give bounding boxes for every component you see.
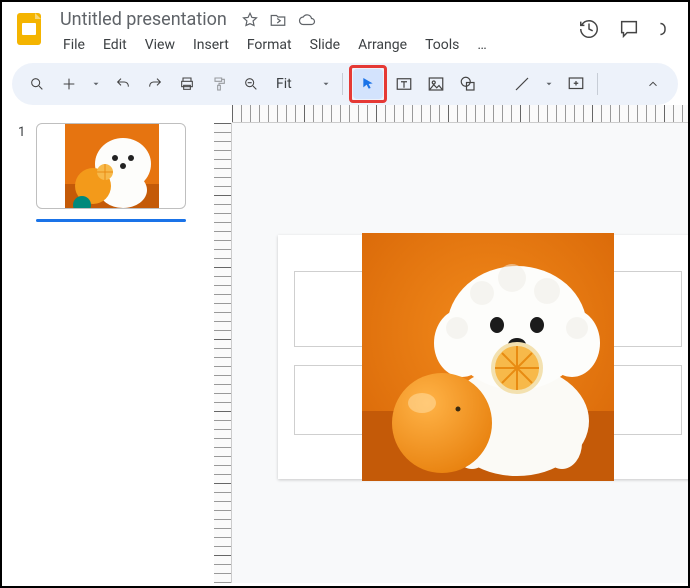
zoom-control: Fit <box>236 69 336 99</box>
toolbar-separator <box>342 73 343 95</box>
text-box-button[interactable] <box>389 69 419 99</box>
inserted-image[interactable] <box>362 233 614 481</box>
paint-format-button[interactable] <box>204 69 234 99</box>
redo-button[interactable] <box>140 69 170 99</box>
thumbnail-selection-underline <box>36 219 186 222</box>
horizontal-ruler[interactable] <box>232 105 688 123</box>
new-slide-dropdown[interactable] <box>86 69 106 99</box>
menu-format[interactable]: Format <box>240 33 299 57</box>
toolbar: Fit <box>12 63 678 105</box>
shape-dropdown[interactable] <box>485 69 505 99</box>
share-partial-icon[interactable] <box>658 18 672 40</box>
menu-tools[interactable]: Tools <box>418 33 466 57</box>
presence-indicator <box>73 196 91 209</box>
menu-insert[interactable]: Insert <box>186 33 236 57</box>
header: Untitled presentation File Edit View Ins… <box>2 2 688 57</box>
new-slide-button[interactable] <box>54 69 84 99</box>
shape-button[interactable] <box>453 69 483 99</box>
star-icon[interactable] <box>241 11 259 29</box>
insert-comment-button[interactable] <box>561 69 591 99</box>
vertical-ruler[interactable] <box>214 123 232 583</box>
comments-icon[interactable] <box>618 18 640 40</box>
zoom-tool-button[interactable] <box>236 69 266 99</box>
search-menus-button[interactable] <box>22 69 52 99</box>
zoom-level[interactable]: Fit <box>270 73 312 95</box>
collapse-toolbar-button[interactable] <box>638 69 668 99</box>
undo-button[interactable] <box>108 69 138 99</box>
menu-edit[interactable]: Edit <box>96 33 134 57</box>
line-button[interactable] <box>507 69 537 99</box>
canvas-area <box>202 105 688 583</box>
workspace: 1 <box>2 105 688 583</box>
menu-file[interactable]: File <box>56 33 92 57</box>
insert-image-button[interactable] <box>421 69 451 99</box>
menu-view[interactable]: View <box>138 33 182 57</box>
slides-app-icon[interactable] <box>12 8 46 50</box>
line-dropdown[interactable] <box>539 69 559 99</box>
filmstrip: 1 <box>2 105 202 583</box>
menu-arrange[interactable]: Arrange <box>351 33 414 57</box>
zoom-dropdown[interactable] <box>316 69 336 99</box>
slide-thumbnail-1[interactable] <box>36 123 186 209</box>
document-title[interactable]: Untitled presentation <box>56 8 231 31</box>
menu-more[interactable]: … <box>470 33 493 57</box>
move-icon[interactable] <box>269 11 287 29</box>
menu-bar: File Edit View Insert Format Slide Arran… <box>56 31 568 57</box>
toolbar-separator <box>597 73 598 95</box>
canvas-background[interactable] <box>232 123 688 583</box>
slide-number: 1 <box>18 125 25 140</box>
select-tool-highlighted <box>349 65 387 103</box>
print-button[interactable] <box>172 69 202 99</box>
select-tool-button[interactable] <box>353 69 383 99</box>
history-icon[interactable] <box>578 18 600 40</box>
menu-slide[interactable]: Slide <box>303 33 347 57</box>
cloud-status-icon[interactable] <box>297 11 317 29</box>
